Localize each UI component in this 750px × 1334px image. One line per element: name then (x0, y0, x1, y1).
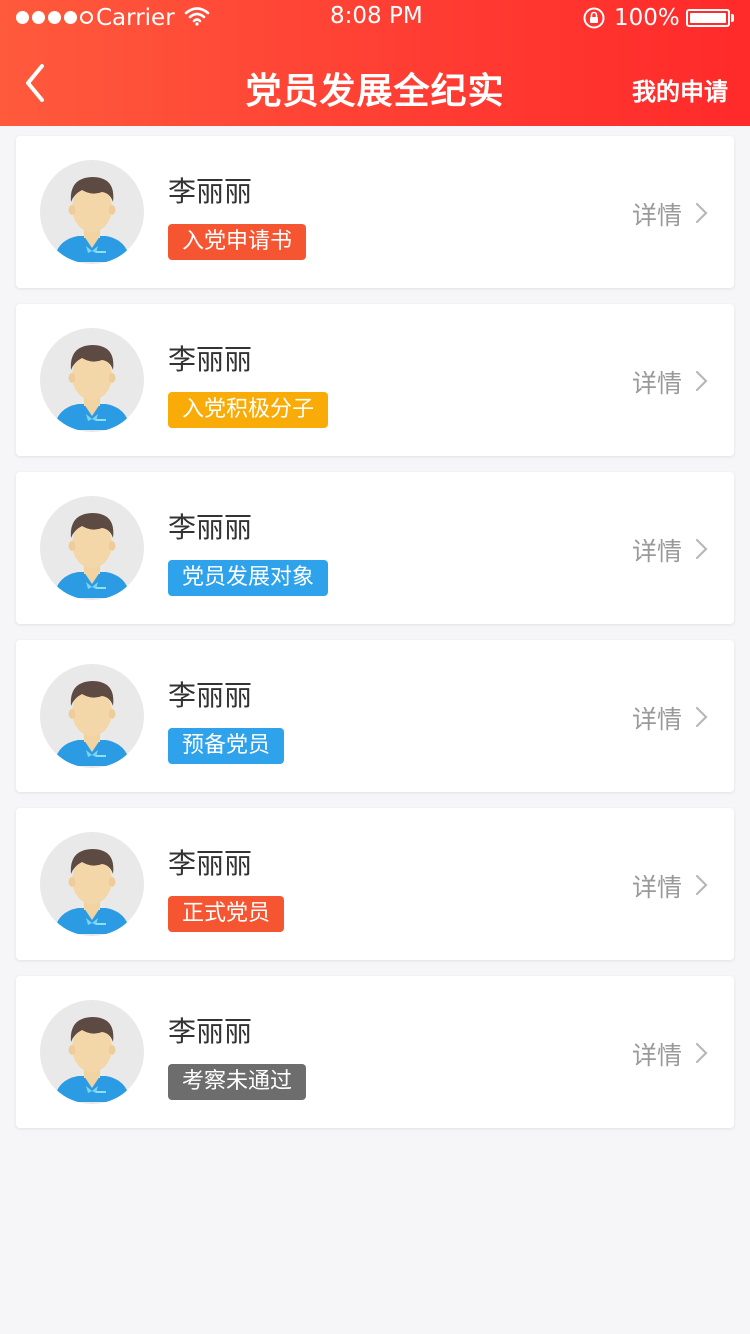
member-card[interactable]: 李丽丽 入党申请书 详情 (16, 136, 734, 288)
chevron-right-icon (694, 874, 710, 896)
detail-link[interactable]: 详情 (632, 196, 682, 232)
chevron-right-icon (694, 202, 710, 224)
chevron-right-icon (694, 370, 710, 392)
battery-icon (686, 9, 730, 27)
carrier-label: Carrier (96, 5, 175, 31)
battery-tip (731, 14, 734, 22)
member-list: 李丽丽 入党申请书 详情 李丽丽 入党积极分子 详情 李丽丽 党员发展对象 详情… (16, 136, 734, 1144)
status-time: 8:08 PM (330, 3, 423, 29)
member-card[interactable]: 李丽丽 考察未通过 详情 (16, 976, 734, 1128)
member-card[interactable]: 李丽丽 党员发展对象 详情 (16, 472, 734, 624)
nav-header: Carrier 8:08 PM 100% 党员发展全纪实 我的申请 (0, 0, 750, 126)
member-name: 李丽丽 (168, 679, 253, 712)
wifi-icon (184, 5, 210, 33)
member-name: 李丽丽 (168, 847, 253, 880)
status-badge: 入党积极分子 (168, 392, 329, 428)
member-name: 李丽丽 (168, 343, 253, 376)
avatar-icon (40, 664, 144, 768)
status-badge: 党员发展对象 (168, 560, 329, 596)
avatar-icon (40, 328, 144, 432)
status-badge: 考察未通过 (168, 1064, 307, 1100)
chevron-right-icon (694, 706, 710, 728)
detail-link[interactable]: 详情 (632, 868, 682, 904)
member-name: 李丽丽 (168, 175, 253, 208)
status-badge: 预备党员 (168, 728, 285, 764)
member-name: 李丽丽 (168, 511, 253, 544)
status-badge: 入党申请书 (168, 224, 307, 260)
member-card[interactable]: 李丽丽 预备党员 详情 (16, 640, 734, 792)
avatar-icon (40, 160, 144, 264)
avatar-icon (40, 832, 144, 936)
member-name: 李丽丽 (168, 1015, 253, 1048)
signal-strength-icon (16, 11, 93, 24)
battery-percent: 100% (614, 5, 680, 31)
detail-link[interactable]: 详情 (632, 364, 682, 400)
avatar-icon (40, 496, 144, 600)
avatar-icon (40, 1000, 144, 1104)
chevron-right-icon (694, 1042, 710, 1064)
detail-link[interactable]: 详情 (632, 532, 682, 568)
status-badge: 正式党员 (168, 896, 285, 932)
detail-link[interactable]: 详情 (632, 1036, 682, 1072)
member-card[interactable]: 李丽丽 正式党员 详情 (16, 808, 734, 960)
chevron-right-icon (694, 538, 710, 560)
member-card[interactable]: 李丽丽 入党积极分子 详情 (16, 304, 734, 456)
status-bar: Carrier 8:08 PM 100% (0, 0, 750, 36)
detail-link[interactable]: 详情 (632, 700, 682, 736)
my-applications-button[interactable]: 我的申请 (632, 72, 728, 107)
rotation-lock-icon (582, 6, 606, 36)
